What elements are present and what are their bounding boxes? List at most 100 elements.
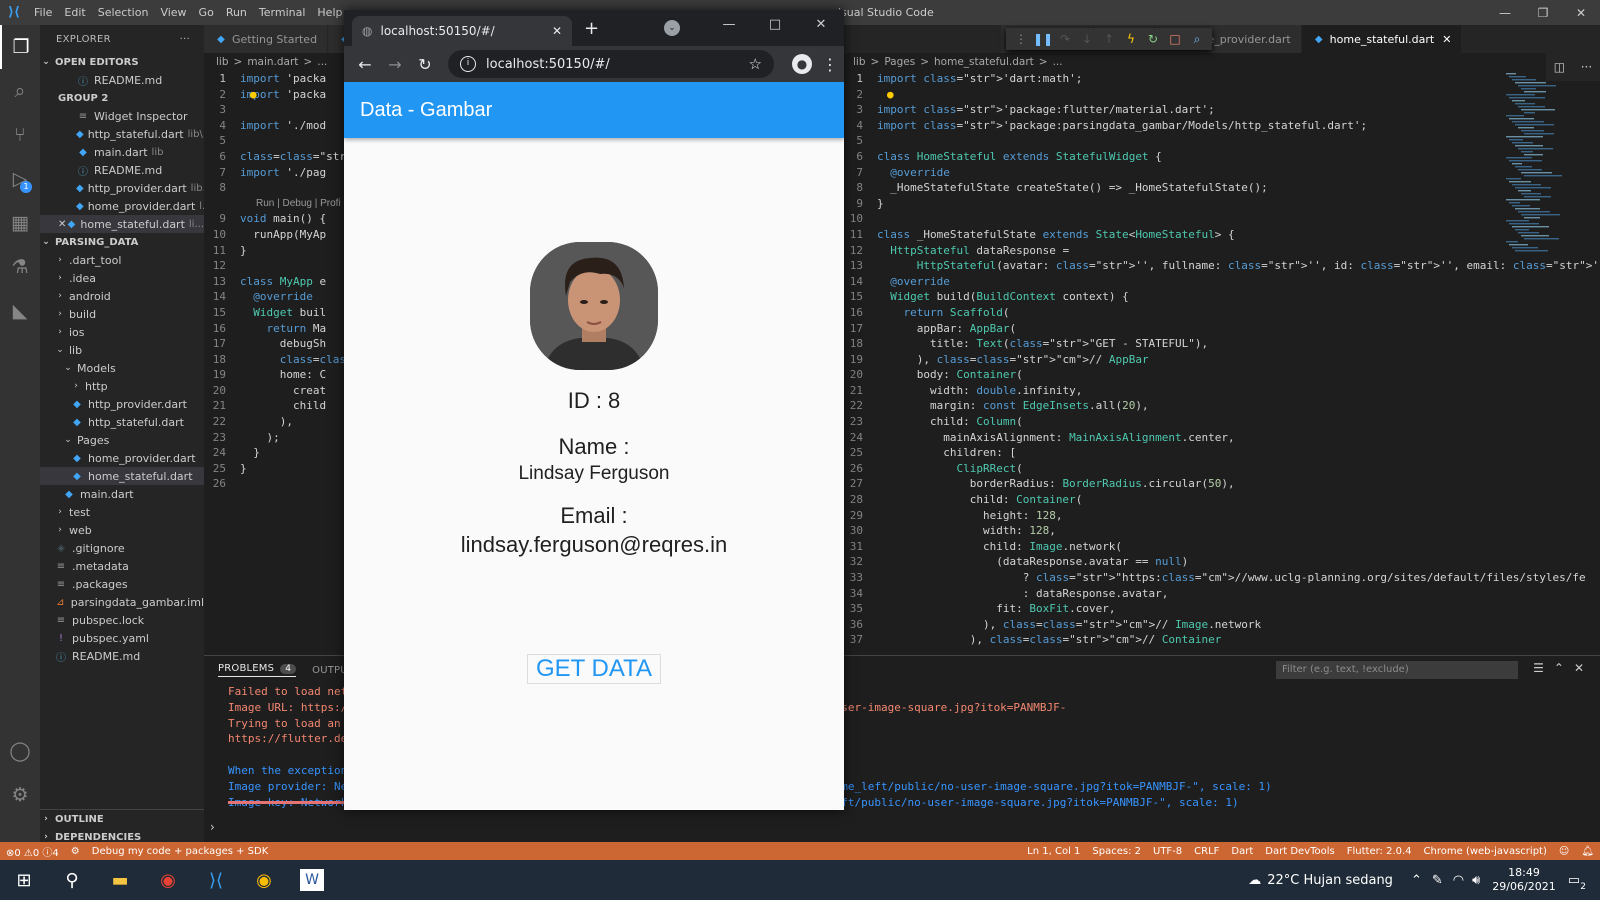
open-editors-section[interactable]: ⌄ OPEN EDITORS (40, 53, 204, 71)
browser-tab[interactable]: ◍ localhost:50150/#/ ✕ (352, 16, 572, 46)
open-editor-item[interactable]: ◆home_provider.dartl... (40, 197, 204, 215)
browser-minimize-icon[interactable]: — (706, 10, 752, 38)
feedback-icon[interactable]: ☺ (1553, 846, 1575, 857)
testing-icon[interactable]: ⚗ (0, 245, 40, 289)
tree-item[interactable]: ◆ home_provider.dart (40, 449, 204, 467)
breadcrumb-part[interactable]: ... (1053, 56, 1063, 68)
tree-item[interactable]: ◆ main.dart (40, 485, 204, 503)
browser-menu-icon[interactable]: ⋮ (822, 55, 838, 74)
tree-item[interactable]: ≡ .metadata (40, 557, 204, 575)
pause-icon[interactable]: ❚❚ (1032, 32, 1054, 46)
problems-filter-input[interactable]: Filter (e.g. text, !exclude) (1276, 661, 1518, 679)
tree-item[interactable]: › ios (40, 323, 204, 341)
file-explorer-icon[interactable]: ▬ (96, 860, 144, 900)
browser-maximize-icon[interactable]: □ (752, 10, 798, 38)
volume-icon[interactable]: 🔊︎ (1472, 873, 1480, 888)
new-tab-icon[interactable]: + (584, 18, 599, 39)
editor-more-icon[interactable]: ··· (1581, 60, 1592, 74)
extensions-icon[interactable]: ▦ (0, 201, 40, 245)
tree-item[interactable]: ◈ .gitignore (40, 539, 204, 557)
bookmark-star-icon[interactable]: ☆ (749, 55, 762, 73)
word-icon[interactable]: W (300, 869, 324, 891)
breadcrumb-part[interactable]: ... (317, 56, 327, 68)
restart-icon[interactable]: ↻ (1142, 32, 1164, 46)
lightbulb-icon[interactable]: ● (250, 87, 257, 103)
open-editor-item[interactable]: ◆ main.dart lib (40, 143, 204, 161)
close-icon[interactable]: ✕ (1562, 0, 1600, 25)
tree-item[interactable]: ◆ http_stateful.dart (40, 413, 204, 431)
status-item[interactable]: Chrome (web-javascript) (1418, 846, 1553, 857)
project-section[interactable]: ⌄ PARSING_DATA (40, 233, 204, 251)
editor-tab[interactable]: ◆ Getting Started (204, 25, 329, 53)
tab-search-icon[interactable]: ⌄ (664, 20, 680, 36)
minimize-icon[interactable]: — (1486, 0, 1524, 25)
tree-item[interactable]: ◆ http_provider.dart (40, 395, 204, 413)
tree-item[interactable]: › test (40, 503, 204, 521)
tree-item[interactable]: ⌄ Pages (40, 431, 204, 449)
tree-item[interactable]: › web (40, 521, 204, 539)
dependencies-section[interactable]: › DEPENDENCIES (40, 828, 204, 843)
status-item[interactable]: Spaces: 2 (1086, 846, 1147, 857)
chrome-icon[interactable]: ◉ (144, 860, 192, 900)
stop-icon[interactable]: □ (1164, 32, 1186, 46)
show-hidden-icon[interactable]: ⌃ (1411, 873, 1422, 888)
chrome-alt-icon[interactable]: ◉ (240, 860, 288, 900)
tree-item[interactable]: › .dart_tool (40, 251, 204, 269)
open-editor-item[interactable]: ⓘ README.md (40, 71, 204, 89)
notifications-bell-icon[interactable]: 🔔︎ (1575, 846, 1600, 857)
tree-item[interactable]: ⌄ lib (40, 341, 204, 359)
profile-icon[interactable]: ● (792, 54, 812, 74)
back-icon[interactable]: ← (350, 55, 380, 74)
clock[interactable]: 18:49 29/06/2021 (1492, 866, 1555, 894)
tree-item[interactable]: ! pubspec.yaml (40, 629, 204, 647)
get-data-button[interactable]: GET DATA (526, 654, 661, 684)
hot-reload-icon[interactable]: ϟ (1120, 32, 1142, 46)
open-editor-item[interactable]: ◆http_provider.dartlib... (40, 179, 204, 197)
flutter-icon[interactable]: ◣ (0, 289, 40, 333)
lightbulb-icon[interactable]: ● (887, 87, 894, 103)
right-code-area[interactable]: 1 import class="str">'dart:math'; 2 ● 3 impor… (841, 71, 1600, 648)
drag-handle-icon[interactable]: ⋮ (1010, 32, 1032, 46)
address-bar[interactable]: i localhost:50150/#/ ☆ (448, 50, 774, 78)
breadcrumb-part[interactable]: Pages (884, 56, 915, 68)
reload-icon[interactable]: ↻ (410, 55, 440, 74)
problems-status[interactable]: ⊗0 ⚠0 ⓘ4 (0, 844, 65, 859)
step-into-icon[interactable]: ↓ (1076, 32, 1098, 46)
minimap[interactable] (1502, 73, 1582, 273)
tree-item[interactable]: ≡ pubspec.lock (40, 611, 204, 629)
close-panel-icon[interactable]: ✕ (1574, 661, 1584, 675)
source-control-icon[interactable]: ⑂ (0, 113, 40, 157)
tree-item[interactable]: › http (40, 377, 204, 395)
restore-icon[interactable]: ❐ (1524, 0, 1562, 25)
tab-close-icon[interactable]: ✕ (1442, 33, 1451, 46)
breadcrumb-part[interactable]: main.dart (247, 56, 298, 68)
tree-item[interactable]: › .idea (40, 269, 204, 287)
menu-view[interactable]: View (154, 6, 192, 19)
menu-go[interactable]: Go (193, 6, 220, 19)
tree-item[interactable]: ◆ home_stateful.dart (40, 467, 204, 485)
search-icon[interactable]: ⚲ (48, 860, 96, 900)
menu-selection[interactable]: Selection (92, 6, 155, 19)
collapse-all-icon[interactable]: ☰ (1533, 661, 1544, 675)
open-editor-item[interactable]: ◆http_stateful.dartlib\... (40, 125, 204, 143)
accounts-icon[interactable]: ◯ (0, 729, 40, 773)
tree-item[interactable]: › build (40, 305, 204, 323)
status-item[interactable]: Flutter: 2.0.4 (1341, 846, 1418, 857)
breadcrumb-part[interactable]: lib (853, 56, 866, 68)
open-editor-item[interactable]: ✕ ◆ home_stateful.dart li... (40, 215, 204, 233)
maximize-panel-icon[interactable]: ⌃ (1554, 661, 1564, 675)
site-info-icon[interactable]: i (460, 56, 476, 72)
tree-item[interactable]: ⊿ parsingdata_gambar.iml (40, 593, 204, 611)
debug-mode-status[interactable]: Debug my code + packages + SDK (86, 846, 275, 857)
tree-item[interactable]: ≡ .packages (40, 575, 204, 593)
breadcrumb-part[interactable]: lib (216, 56, 229, 68)
explorer-icon[interactable]: ❐ (0, 25, 40, 69)
status-item[interactable]: Ln 1, Col 1 (1021, 846, 1086, 857)
panel-tab-problems[interactable]: PROBLEMS 4 (218, 663, 297, 677)
settings-gear-icon[interactable]: ⚙ (0, 773, 40, 817)
forward-icon[interactable]: → (380, 55, 410, 74)
open-editor-item[interactable]: ≡ Widget Inspector (40, 107, 204, 125)
status-item[interactable]: UTF-8 (1147, 846, 1188, 857)
split-editor-icon[interactable]: ◫ (1554, 60, 1565, 74)
tree-item[interactable]: ⓘ README.md (40, 647, 204, 665)
